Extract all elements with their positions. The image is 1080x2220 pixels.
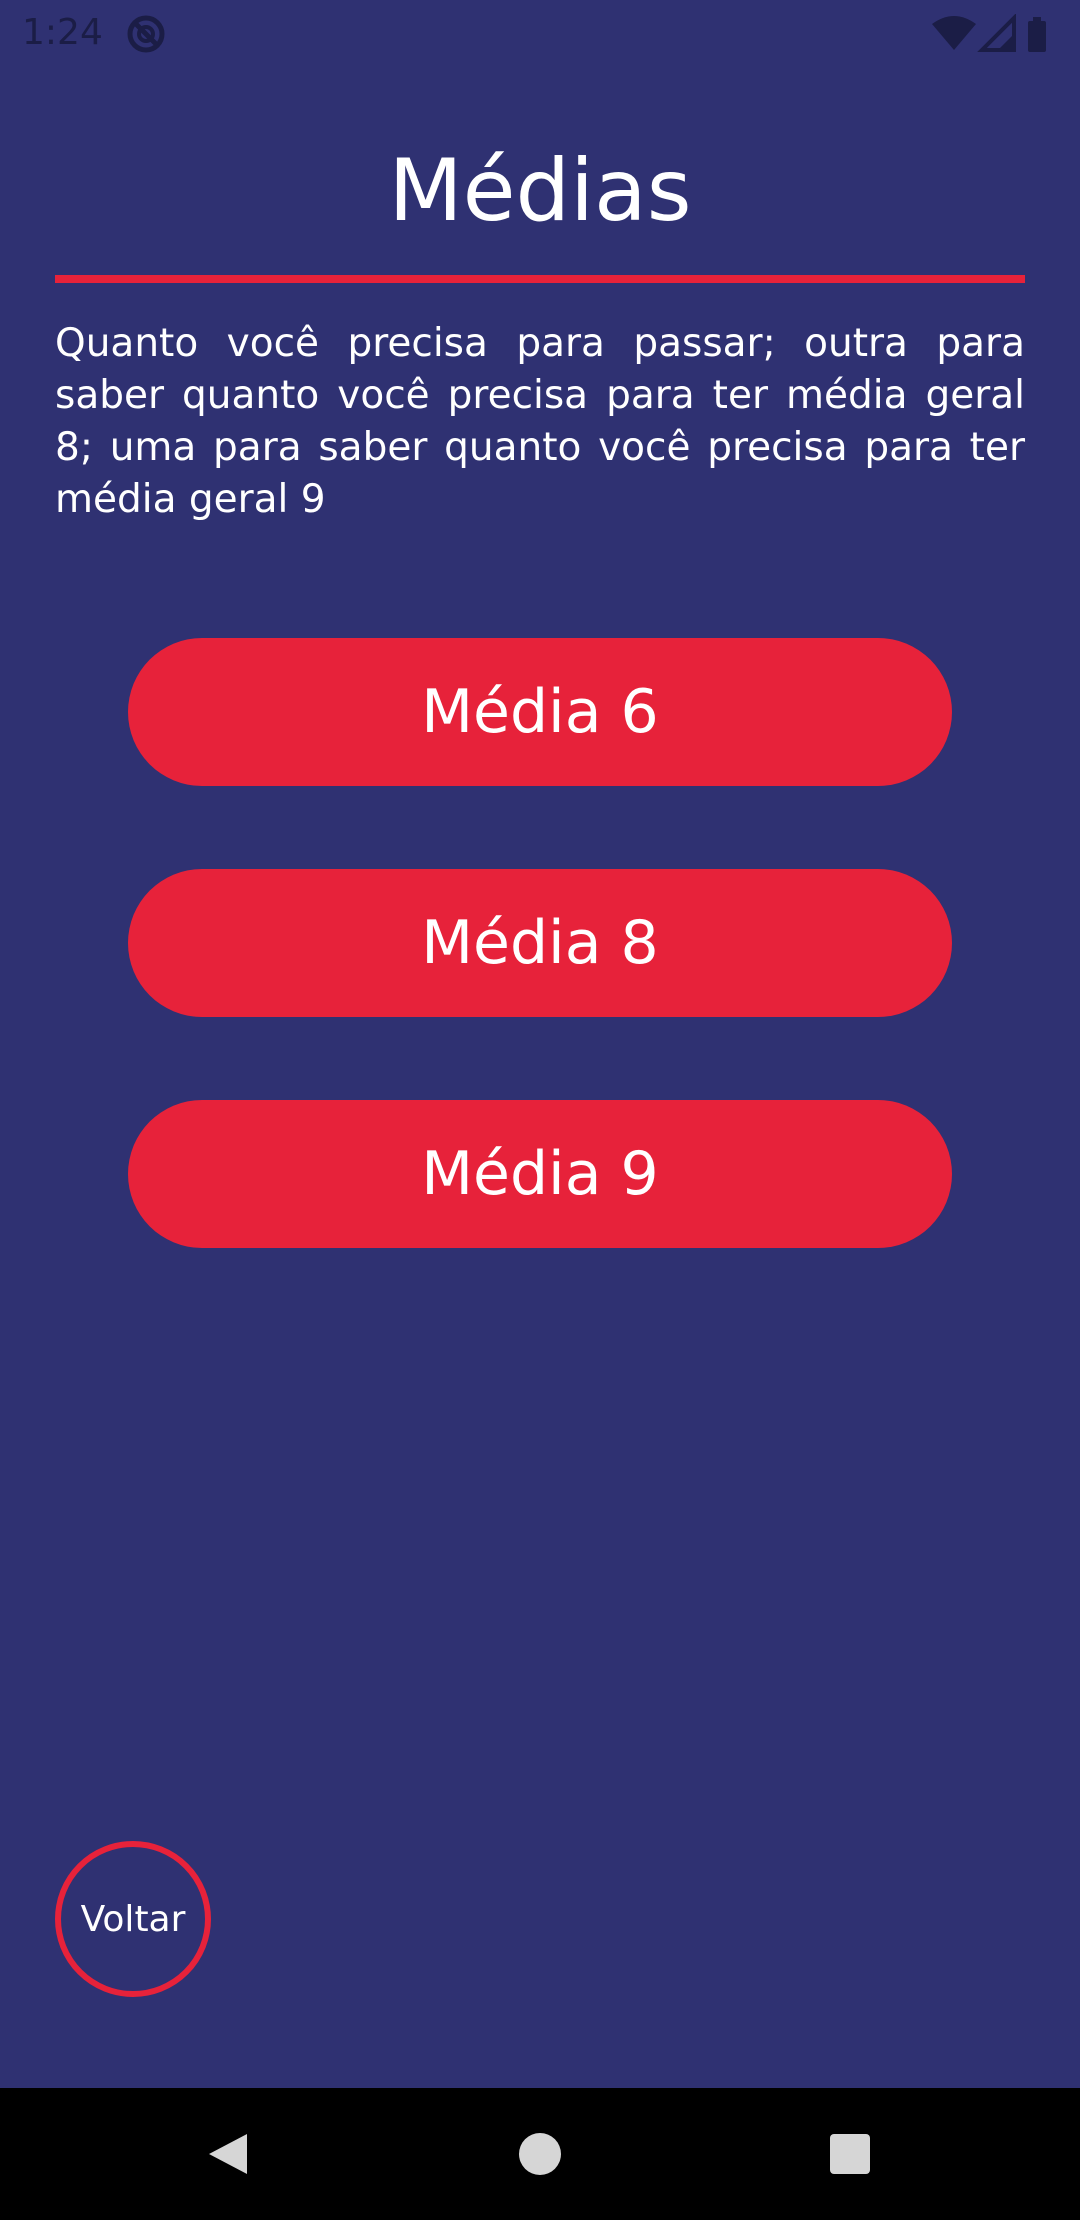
signal-icon <box>977 14 1016 52</box>
status-time: 1:24 <box>22 12 103 53</box>
wifi-icon <box>932 16 976 50</box>
media-6-button[interactable]: Média 6 <box>128 638 952 786</box>
title-divider <box>55 275 1025 283</box>
screen: 1:24 Médias Quanto você precisa para pas… <box>0 0 1080 2220</box>
page-title: Médias <box>388 141 692 241</box>
back-button[interactable]: Voltar <box>55 1841 211 1997</box>
media-9-button[interactable]: Média 9 <box>128 1100 952 1248</box>
battery-icon <box>1028 17 1046 52</box>
status-icons <box>932 14 1046 52</box>
page-description: Quanto você precisa para passar; outra p… <box>55 321 1025 522</box>
media-8-button[interactable]: Média 8 <box>128 869 952 1017</box>
back-icon[interactable] <box>205 2130 251 2178</box>
status-bar: 1:24 <box>0 0 1080 66</box>
navigation-bar <box>0 2088 1080 2220</box>
home-icon[interactable] <box>519 2133 561 2175</box>
recents-icon[interactable] <box>830 2134 870 2174</box>
do-not-disturb-icon <box>127 15 165 53</box>
